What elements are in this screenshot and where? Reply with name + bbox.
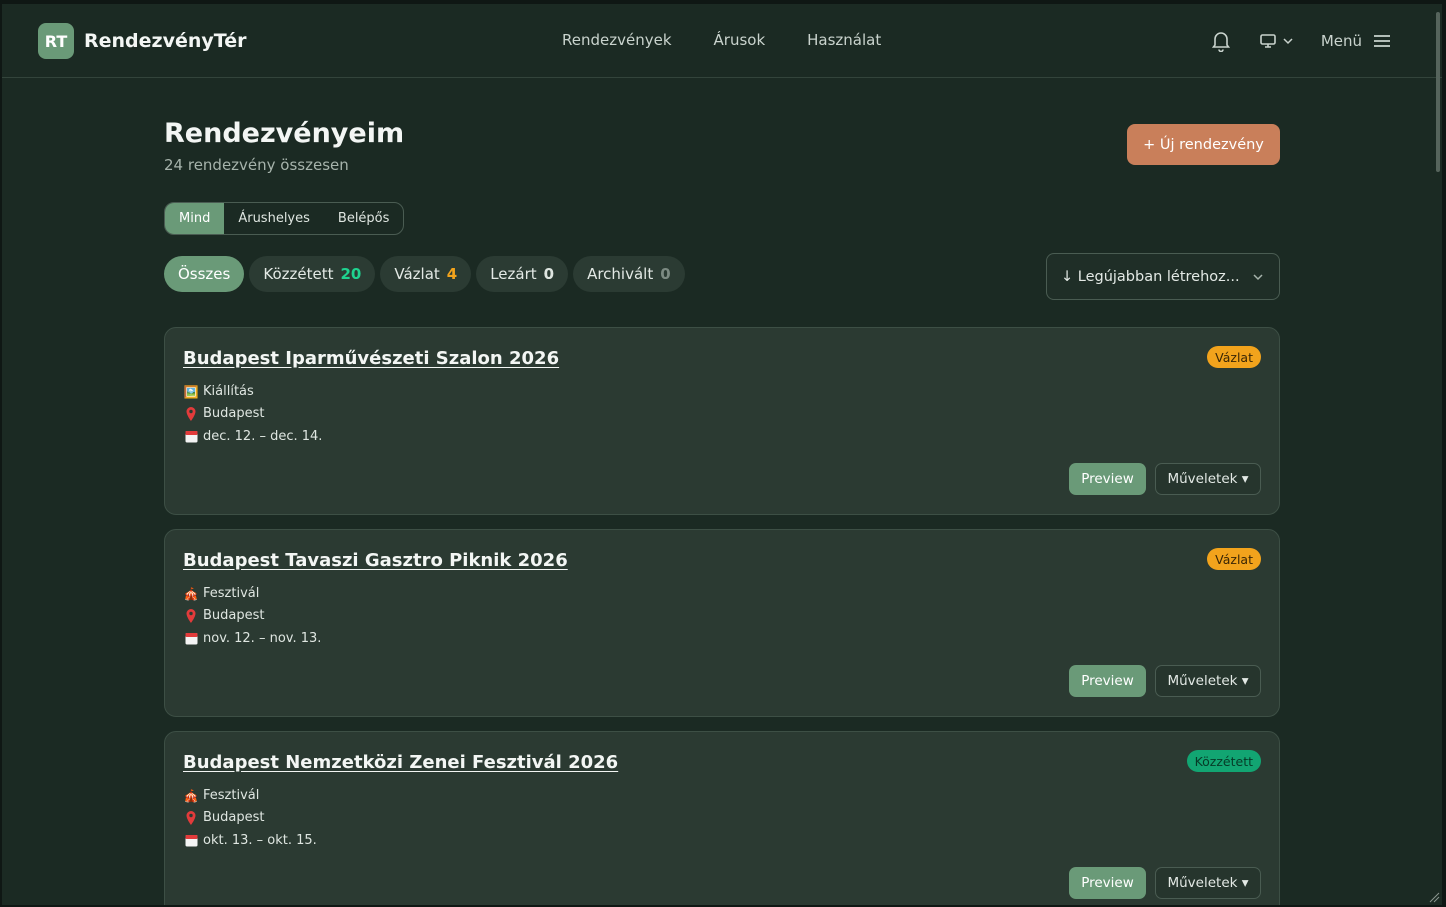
event-dates: nov. 12. – nov. 13. [183, 631, 321, 646]
sort-label: ↓ Legújabban létrehoz... [1061, 268, 1240, 285]
status-badge: Vázlat [1207, 346, 1261, 368]
filter-published[interactable]: Közzétett 20 [249, 256, 376, 292]
main-nav: Rendezvények Árusok Használat [562, 31, 881, 49]
filter-count: 0 [543, 265, 555, 283]
event-date-range: nov. 12. – nov. 13. [203, 631, 322, 646]
preview-button[interactable]: Preview [1069, 665, 1146, 697]
nav-vendors[interactable]: Árusok [714, 31, 766, 49]
event-city: Budapest [203, 810, 265, 825]
calendar-icon [183, 834, 199, 847]
status-filters: Összes Közzétett 20 Vázlat 4 Lezárt 0 Ar… [164, 256, 685, 292]
status-badge: Közzétett [1186, 750, 1261, 772]
filter-draft[interactable]: Vázlat 4 [380, 256, 472, 292]
page-title: Rendezvényeim [164, 118, 405, 149]
event-type-segment: Mind Árushelyes Belépős [164, 202, 405, 235]
chevron-down-icon [1253, 274, 1263, 281]
bell-icon[interactable] [1211, 28, 1233, 54]
event-location: Budapest [183, 608, 265, 623]
app-window: RT RendezvényTér Rendezvények Árusok Has… [2, 4, 1442, 905]
brand-logo[interactable]: RT RendezvényTér [38, 23, 246, 59]
event-type: 🎪 Fesztivál [183, 788, 260, 803]
hamburger-icon [1374, 35, 1390, 47]
event-location: Budapest [183, 810, 265, 825]
pin-icon [183, 810, 199, 825]
event-type-label: Kiállítás [203, 384, 254, 399]
event-title-link[interactable]: Budapest Iparművészeti Szalon 2026 [183, 348, 559, 369]
circus-tent-icon: 🎪 [183, 586, 199, 601]
filter-count: 20 [340, 265, 362, 283]
event-city: Budapest [203, 608, 265, 623]
event-dates: okt. 13. – okt. 15. [183, 833, 317, 848]
header-actions: Menü [1211, 28, 1392, 54]
event-location: Budapest [183, 406, 265, 421]
filter-label: Archivált [587, 265, 654, 283]
segment-ticketed[interactable]: Belépős [324, 203, 404, 234]
scrollbar[interactable] [1436, 12, 1440, 172]
event-date-range: okt. 13. – okt. 15. [203, 833, 317, 848]
status-badge: Vázlat [1207, 548, 1261, 570]
pin-icon [183, 608, 199, 623]
top-navbar: RT RendezvényTér Rendezvények Árusok Has… [2, 4, 1442, 78]
filter-label: Lezárt [490, 265, 537, 283]
sort-select[interactable]: ↓ Legújabban létrehoz... [1046, 253, 1280, 300]
filter-archived[interactable]: Archivált 0 [573, 256, 685, 292]
frame-icon: 🖼️ [183, 384, 199, 399]
menu-label: Menü [1320, 32, 1362, 50]
menu-button[interactable]: Menü [1321, 32, 1392, 50]
event-date-range: dec. 12. – dec. 14. [203, 429, 323, 444]
page-subtitle: 24 rendezvény összesen [164, 156, 349, 174]
actions-dropdown[interactable]: Műveletek ▾ [1155, 665, 1261, 697]
event-card: Budapest Tavaszi Gasztro Piknik 2026 Váz… [164, 529, 1280, 717]
event-type-label: Fesztivál [203, 586, 260, 601]
filter-label: Vázlat [394, 265, 440, 283]
calendar-icon [183, 430, 199, 443]
nav-usage[interactable]: Használat [807, 31, 881, 49]
pin-icon [183, 406, 199, 421]
preview-button[interactable]: Preview [1069, 463, 1146, 495]
logo-badge: RT [38, 23, 74, 59]
event-city: Budapest [203, 406, 265, 421]
new-event-button[interactable]: + Új rendezvény [1127, 124, 1280, 165]
event-card: Budapest Iparművészeti Szalon 2026 Vázla… [164, 327, 1280, 515]
calendar-icon [183, 632, 199, 645]
filter-count: 4 [446, 265, 458, 283]
event-dates: dec. 12. – dec. 14. [183, 429, 322, 444]
segment-stall[interactable]: Árushelyes [224, 203, 324, 234]
event-title-link[interactable]: Budapest Tavaszi Gasztro Piknik 2026 [183, 550, 568, 571]
actions-dropdown[interactable]: Műveletek ▾ [1155, 867, 1261, 899]
filter-label: Összes [178, 265, 231, 283]
chevron-down-icon [1283, 38, 1293, 45]
event-type: 🖼️ Kiállítás [183, 384, 254, 399]
nav-events[interactable]: Rendezvények [562, 31, 672, 49]
event-type: 🎪 Fesztivál [183, 586, 260, 601]
preview-button[interactable]: Preview [1069, 867, 1146, 899]
filter-label: Közzétett [263, 265, 334, 283]
circus-tent-icon: 🎪 [183, 788, 199, 803]
filter-all[interactable]: Összes [164, 256, 245, 292]
segment-all[interactable]: Mind [165, 203, 225, 234]
actions-dropdown[interactable]: Műveletek ▾ [1155, 463, 1261, 495]
event-type-label: Fesztivál [203, 788, 260, 803]
monitor-icon [1260, 34, 1276, 48]
filter-count: 0 [660, 265, 671, 283]
event-card: Budapest Nemzetközi Zenei Fesztivál 2026… [164, 731, 1280, 905]
resize-grip-icon[interactable] [1428, 891, 1440, 903]
brand-name: RendezvényTér [84, 30, 247, 52]
filter-closed[interactable]: Lezárt 0 [476, 256, 569, 292]
display-mode-toggle[interactable] [1259, 33, 1295, 49]
event-title-link[interactable]: Budapest Nemzetközi Zenei Fesztivál 2026 [183, 752, 618, 773]
